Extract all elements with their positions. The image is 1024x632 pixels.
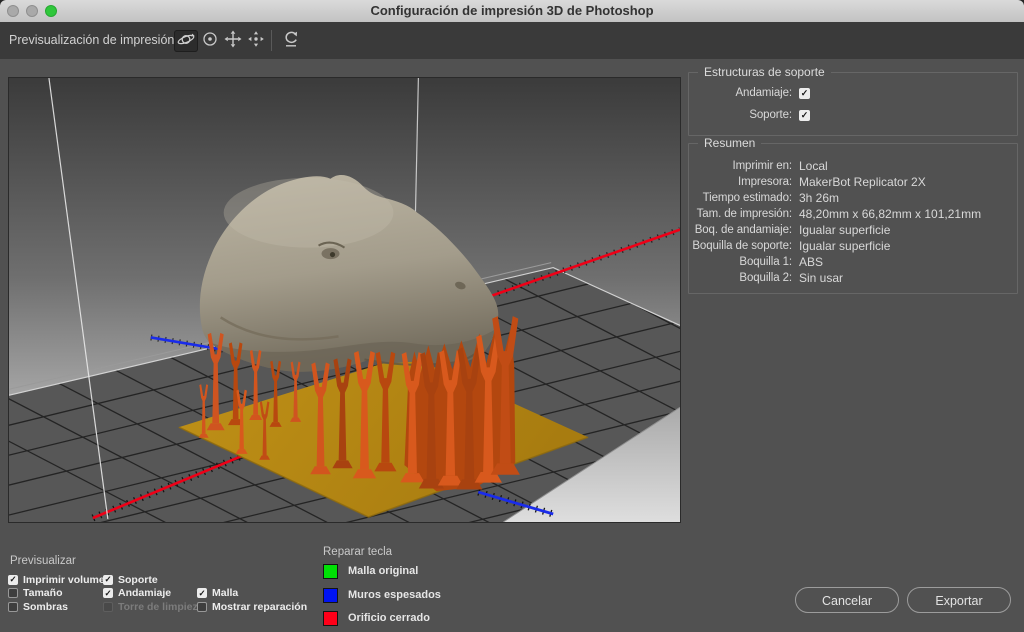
size-checkbox[interactable]: [8, 588, 18, 598]
toolbar: Previsualización de impresión 3D: [0, 22, 1024, 59]
repair-legend-title: Reparar tecla: [323, 546, 392, 558]
preview-option-support[interactable]: ✓ Soporte: [103, 573, 204, 587]
summary-value: 3h 26m: [799, 191, 839, 205]
summary-value: Local: [799, 159, 828, 173]
closed-hole-swatch: [323, 611, 338, 626]
legend-item-thickened-walls: Muros espesados: [323, 587, 441, 603]
export-button[interactable]: Exportar: [907, 587, 1011, 613]
preview-option-scaffolding[interactable]: ✓ Andamiaje: [103, 587, 204, 601]
3d-preview-viewport[interactable]: [8, 77, 681, 523]
pan-3d-camera-tool[interactable]: [221, 30, 245, 52]
summary-label: Impresora:: [689, 176, 792, 188]
window-title: Configuración de impresión 3D de Photosh…: [0, 0, 1024, 22]
photoshop-3d-print-settings-window: Configuración de impresión 3D de Photosh…: [0, 0, 1024, 632]
roll-camera-icon: [200, 29, 220, 54]
preview-option-show-repair[interactable]: Mostrar reparación: [197, 600, 307, 614]
legend-item-original-mesh: Malla original: [323, 563, 418, 579]
summary-group: Resumen Imprimir en: Local Impresora: Ma…: [688, 143, 1018, 294]
mesh-checkbox[interactable]: ✓: [197, 588, 207, 598]
toolbar-separator: [271, 30, 272, 51]
summary-group-title: Resumen: [698, 136, 761, 150]
summary-label: Boquilla 2:: [689, 272, 792, 284]
original-mesh-swatch: [323, 564, 338, 579]
show-repair-checkbox[interactable]: [197, 602, 207, 612]
support-label: Soporte:: [689, 109, 792, 121]
support-group-title: Estructuras de soporte: [698, 65, 831, 79]
reset-camera-icon: [281, 29, 301, 54]
support-checkbox[interactable]: ✓: [799, 110, 810, 121]
summary-label: Imprimir en:: [689, 160, 792, 172]
summary-label: Boquilla de soporte:: [689, 240, 792, 252]
preview-option-mesh[interactable]: ✓ Malla: [197, 587, 307, 601]
toolbar-label: Previsualización de impresión 3D: [9, 22, 194, 59]
titlebar: Configuración de impresión 3D de Photosh…: [0, 0, 1024, 23]
3d-preview-scene: [9, 78, 680, 522]
cancel-button[interactable]: Cancelar: [795, 587, 899, 613]
preview-options-column-3: ✓ Malla Mostrar reparación: [197, 587, 307, 614]
orbit-3d-camera-tool[interactable]: [174, 30, 198, 52]
preview-option-size[interactable]: Tamaño: [8, 587, 111, 601]
summary-label: Tam. de impresión:: [689, 208, 792, 220]
pan-camera-icon: [223, 29, 243, 54]
support-structures-group: Estructuras de soporte Andamiaje: ✓ Sopo…: [688, 72, 1018, 136]
orbit-camera-icon: [176, 29, 196, 54]
summary-value: Sin usar: [799, 271, 843, 285]
scaffolding-checkbox[interactable]: ✓: [799, 88, 810, 99]
reset-camera-tool[interactable]: [279, 30, 303, 52]
summary-label: Tiempo estimado:: [689, 192, 792, 204]
preview-options-column-1: ✓ Imprimir volumen Tamaño Sombras: [8, 573, 111, 614]
slide-camera-icon: [246, 29, 266, 54]
support-preview-checkbox[interactable]: ✓: [103, 575, 113, 585]
wipe-tower-checkbox: [103, 602, 113, 612]
summary-value: ABS: [799, 255, 823, 269]
preview-option-wipe-tower: Torre de limpieza: [103, 600, 204, 614]
preview-option-shadows[interactable]: Sombras: [8, 600, 111, 614]
summary-label: Boq. de andamiaje:: [689, 224, 792, 236]
print-volume-checkbox[interactable]: ✓: [8, 575, 18, 585]
shadows-checkbox[interactable]: [8, 602, 18, 612]
scaffolding-preview-checkbox[interactable]: ✓: [103, 588, 113, 598]
thickened-walls-swatch: [323, 588, 338, 603]
slide-3d-camera-tool[interactable]: [244, 30, 268, 52]
preview-options-title: Previsualizar: [10, 555, 76, 567]
summary-value: Igualar superficie: [799, 223, 890, 237]
summary-value: Igualar superficie: [799, 239, 890, 253]
scaffolding-label: Andamiaje:: [689, 87, 792, 99]
preview-option-print-volume[interactable]: ✓ Imprimir volumen: [8, 573, 111, 587]
preview-options-column-2: ✓ Soporte ✓ Andamiaje Torre de limpieza: [103, 573, 204, 614]
summary-label: Boquilla 1:: [689, 256, 792, 268]
summary-value: 48,20mm x 66,82mm x 101,21mm: [799, 207, 981, 221]
legend-item-closed-hole: Orificio cerrado: [323, 610, 430, 626]
summary-value: MakerBot Replicator 2X: [799, 175, 926, 189]
roll-3d-camera-tool[interactable]: [198, 30, 222, 52]
